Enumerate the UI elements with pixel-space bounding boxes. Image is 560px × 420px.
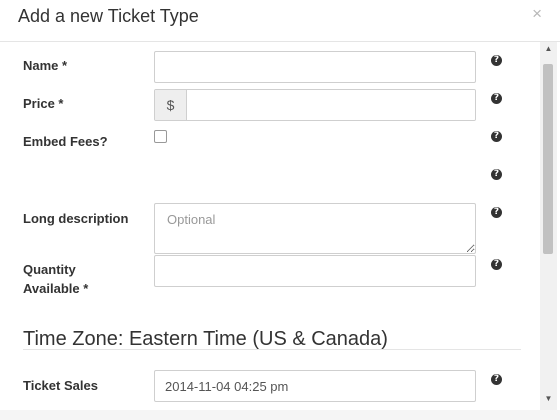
extra-help-icon[interactable]: ? xyxy=(491,169,502,180)
currency-addon: $ xyxy=(155,90,187,120)
timezone-heading: Time Zone: Eastern Time (US & Canada) xyxy=(23,328,388,350)
modal-title: Add a new Ticket Type xyxy=(18,6,199,26)
embed-fees-label: Embed Fees? xyxy=(23,134,108,149)
modal-header: Add a new Ticket Type × xyxy=(0,0,560,42)
ticket-sales-label: Ticket Sales xyxy=(23,378,98,393)
quantity-label-line2: Available * xyxy=(23,281,89,296)
scroll-thumb[interactable] xyxy=(543,64,553,254)
ticket-sales-input[interactable] xyxy=(154,370,476,402)
long-description-textarea[interactable] xyxy=(154,203,476,254)
scrollbar[interactable]: ▲ ▼ xyxy=(540,42,557,410)
long-description-label: Long description xyxy=(23,211,129,226)
scroll-down-arrow-icon[interactable]: ▼ xyxy=(540,394,557,408)
price-help-icon[interactable]: ? xyxy=(491,93,502,104)
name-help-icon[interactable]: ? xyxy=(491,55,502,66)
close-icon[interactable]: × xyxy=(532,4,542,24)
quantity-label-line1: Quantity xyxy=(23,262,76,277)
modal-body: Name * ? Price * $ ? Embed Fees? ? ? Lon… xyxy=(0,42,540,410)
price-input[interactable] xyxy=(187,90,475,120)
name-input[interactable] xyxy=(154,51,476,83)
quantity-help-icon[interactable]: ? xyxy=(491,259,502,270)
price-input-group: $ xyxy=(154,89,476,121)
embed-fees-checkbox[interactable] xyxy=(154,130,167,143)
quantity-input[interactable] xyxy=(154,255,476,287)
embed-fees-help-icon[interactable]: ? xyxy=(491,131,502,142)
price-label: Price * xyxy=(23,96,64,111)
name-label: Name * xyxy=(23,58,68,73)
long-description-help-icon[interactable]: ? xyxy=(491,207,502,218)
section-divider xyxy=(23,349,521,350)
scroll-up-arrow-icon[interactable]: ▲ xyxy=(540,44,557,58)
ticket-sales-help-icon[interactable]: ? xyxy=(491,374,502,385)
modal-footer-edge xyxy=(0,410,560,420)
